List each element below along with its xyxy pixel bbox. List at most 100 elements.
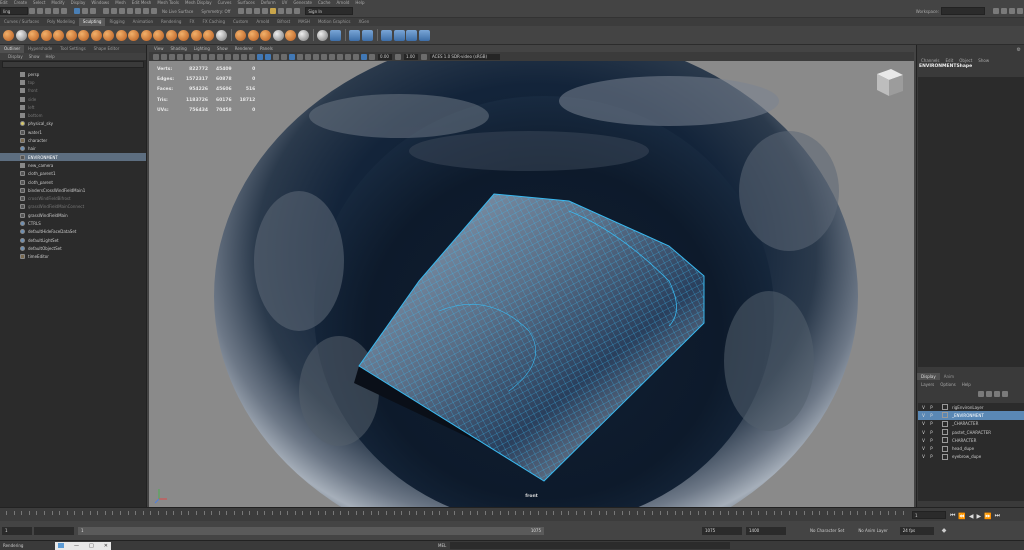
grease-pencil-icon[interactable] <box>193 53 199 60</box>
new-layer-selected-icon[interactable] <box>1002 391 1008 397</box>
color-management-icon[interactable] <box>421 53 427 60</box>
brush-settings-icon[interactable] <box>317 29 328 41</box>
toggle-panel-icon-4[interactable] <box>1017 8 1023 14</box>
outliner-item[interactable]: character <box>0 136 146 144</box>
render-settings-icon[interactable] <box>262 8 269 14</box>
shelf-tab-fx[interactable]: FX <box>185 18 198 26</box>
outliner-item[interactable]: physical_sky <box>0 120 146 128</box>
time-slider[interactable]: 1 ⏮ ⏪ ◀ ▶ ⏩ ⏭ <box>0 507 1024 521</box>
outliner-item[interactable]: front <box>0 87 146 95</box>
outliner-menu-help[interactable]: Help <box>46 54 55 59</box>
step-back-icon[interactable]: ◀ <box>969 513 974 520</box>
layer-tab-anim[interactable]: Anim <box>940 373 958 380</box>
snap-curve-icon[interactable] <box>111 8 117 14</box>
bookmarks-icon[interactable] <box>169 53 175 60</box>
layer-tab-display[interactable]: Display <box>917 373 940 380</box>
snap-point-icon[interactable] <box>119 8 125 14</box>
smooth-tool-icon[interactable] <box>15 29 27 41</box>
close-icon[interactable]: ✕ <box>104 543 108 549</box>
outliner-item[interactable]: defaultLightSet <box>0 236 146 244</box>
xray-joints-icon[interactable] <box>361 53 367 60</box>
shape-editor-icon[interactable] <box>349 29 360 41</box>
outliner-item[interactable]: side <box>0 95 146 103</box>
smooth-shade-icon[interactable] <box>265 53 271 60</box>
viewport-menu-show[interactable]: Show <box>217 46 228 51</box>
textured-icon[interactable] <box>281 53 287 60</box>
shelf-tab-mash[interactable]: MASH <box>294 18 314 26</box>
snap-plane-icon[interactable] <box>143 8 149 14</box>
knife-tool-icon[interactable] <box>165 29 177 41</box>
minimize-icon[interactable]: — <box>74 543 79 549</box>
select-camera-icon[interactable] <box>153 53 159 60</box>
outliner-tab-shape-editor[interactable]: Shape Editor <box>90 45 124 53</box>
outliner-item[interactable]: hair <box>0 145 146 153</box>
default-material-icon[interactable] <box>273 53 279 60</box>
layer-menu-help[interactable]: Help <box>962 382 971 387</box>
display-layer-row[interactable]: V Phead_dupe <box>918 444 1024 452</box>
gate-mask-icon[interactable] <box>225 53 231 60</box>
layer-visibility-toggle[interactable]: V <box>921 421 926 426</box>
panel-options-icon[interactable]: ⚙ <box>1017 47 1021 53</box>
display-layer-row[interactable]: V P CHARACTER <box>918 436 1024 444</box>
outliner-item[interactable]: persp <box>0 70 146 78</box>
shelf-tab-bifrost[interactable]: Bifrost <box>273 18 294 26</box>
outliner-item[interactable]: top <box>0 78 146 86</box>
mesh-tool-icon-4[interactable] <box>418 29 430 41</box>
toggle-panel-icon[interactable] <box>993 8 999 14</box>
range-start-inner-field[interactable] <box>34 526 74 535</box>
outliner-menu-display[interactable]: Display <box>8 54 23 59</box>
unfreeze-icon[interactable] <box>247 29 259 41</box>
layer-color-swatch[interactable] <box>942 437 948 444</box>
ambient-occlusion-icon[interactable] <box>313 53 319 60</box>
use-all-lights-icon[interactable] <box>297 53 303 60</box>
outliner-tab-tool-settings[interactable]: Tool Settings <box>56 45 89 53</box>
fps-selector[interactable]: 24 fps <box>899 526 934 535</box>
blend-shape-icon[interactable] <box>329 29 341 41</box>
undo-icon[interactable] <box>53 8 59 14</box>
layer-color-swatch[interactable] <box>942 412 948 419</box>
outliner-item[interactable]: ENVIRONMENT <box>0 152 146 162</box>
go-to-start-icon[interactable]: ⏮ <box>950 512 955 520</box>
toggle-panel-icon-2[interactable] <box>1001 8 1007 14</box>
outliner-item[interactable]: timeEditor <box>0 253 146 261</box>
wireframe-on-shaded-icon[interactable] <box>289 53 295 60</box>
layer-visibility-toggle[interactable]: V <box>921 413 926 418</box>
layer-menu-options[interactable]: Options <box>940 382 955 387</box>
select-by-object-icon[interactable] <box>82 8 88 14</box>
move-layer-up-icon[interactable] <box>978 391 984 397</box>
shelf-tab-curves-surfaces[interactable]: Curves / Surfaces <box>0 18 43 26</box>
range-end-outer-field[interactable]: 1400 <box>746 526 786 535</box>
mesh-tool-icon-1[interactable] <box>381 29 392 41</box>
hypershade-icon[interactable] <box>270 8 277 14</box>
safe-title-icon[interactable] <box>249 53 255 60</box>
outliner-item[interactable]: defaultHideFaceDataSet <box>0 228 146 236</box>
layer-color-swatch[interactable] <box>942 453 948 460</box>
view-transform-selector[interactable]: ACES 1.0 SDR-video (sRGB) <box>430 53 500 60</box>
new-empty-layer-icon[interactable] <box>994 391 1000 397</box>
motion-blur-icon[interactable] <box>321 53 327 60</box>
range-start-field[interactable]: 1 <box>2 526 32 535</box>
wireframe-icon[interactable] <box>257 53 263 60</box>
save-scene-icon[interactable] <box>45 8 51 14</box>
invert-freeze-icon[interactable] <box>260 29 271 41</box>
magnet-icon[interactable] <box>151 8 157 14</box>
view-cube[interactable] <box>877 69 903 96</box>
xray-components-icon[interactable] <box>369 53 375 60</box>
shelf-tab-rendering[interactable]: Rendering <box>157 18 185 26</box>
layer-visibility-toggle[interactable]: V <box>921 405 926 410</box>
symmetry-label[interactable]: Symmetry: Off <box>201 9 230 14</box>
range-slider-handle[interactable]: 1 1075 <box>78 526 544 535</box>
shelf-tab-arnold[interactable]: Arnold <box>252 18 273 26</box>
range-end-field[interactable]: 1075 <box>702 526 742 535</box>
play-icon[interactable]: ▶ <box>977 513 982 520</box>
mel-label[interactable]: MEL <box>438 543 446 548</box>
move-layer-down-icon[interactable] <box>986 391 992 397</box>
repeat-tool-icon[interactable] <box>103 29 114 41</box>
isolate-select-icon[interactable] <box>345 53 351 60</box>
display-layer-row[interactable]: V P _CHARACTER <box>918 420 1024 428</box>
shelf-tab-poly-modeling[interactable]: Poly Modeling <box>43 18 79 26</box>
character-set-selector[interactable]: No Character Set <box>810 528 844 533</box>
bulge-tool-icon[interactable] <box>190 29 202 41</box>
gamma-icon[interactable] <box>395 53 401 60</box>
exposure-field[interactable]: 0.00 <box>378 53 392 60</box>
